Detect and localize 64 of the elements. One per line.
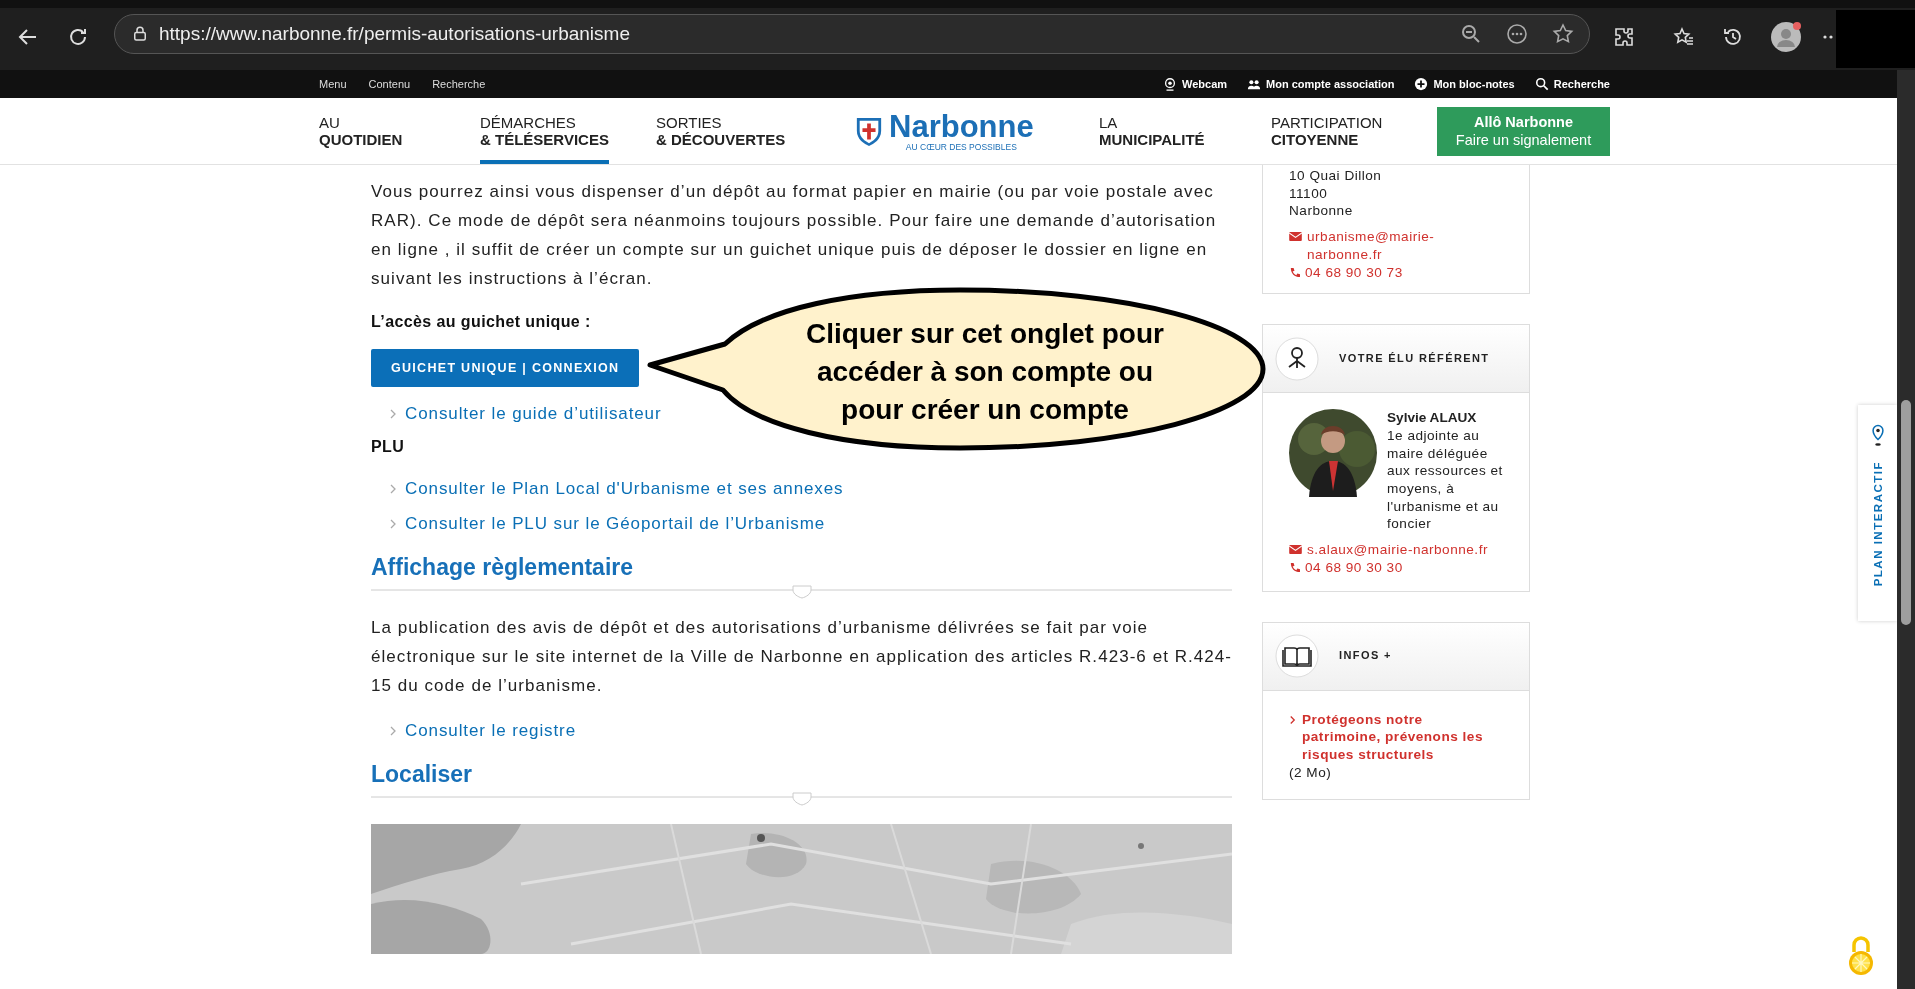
top-link[interactable]: Recherche <box>1553 78 1610 90</box>
email-link[interactable]: urbanisme@mairie-narbonne.fr <box>1307 228 1503 264</box>
skip-link[interactable]: Contenu <box>368 78 411 90</box>
nav-item[interactable]: DÉMARCHES & TÉLÉSERVICES <box>480 98 609 164</box>
top-link[interactable]: Webcam <box>1182 78 1228 90</box>
chevron-icon <box>389 407 397 420</box>
chevron-icon <box>389 724 397 737</box>
lock-icon[interactable] <box>131 25 149 43</box>
section-heading: Localiser <box>371 761 473 788</box>
phone-icon <box>1289 266 1300 278</box>
puzzle-icon[interactable] <box>1612 25 1636 49</box>
address-line: Narbonne <box>1289 202 1354 221</box>
phone-number[interactable]: 04 68 90 30 73 <box>1305 263 1403 282</box>
card-title: VOTRE ÉLU RÉFÉRENT <box>1339 350 1490 366</box>
side-tab[interactable]: PLAN INTERACTIF <box>1858 405 1897 621</box>
envelope-icon <box>1289 232 1302 242</box>
star-icon[interactable] <box>1551 22 1575 46</box>
person-role: 1e adjointe au maire déléguée aux ressources et moyens, à l'urbanisme et au foncier <box>1387 426 1503 534</box>
shield-icon <box>855 115 883 147</box>
top-link[interactable]: Mon bloc-notes <box>1433 78 1515 90</box>
file-size: (2 Mo) <box>1289 763 1333 782</box>
callout-text: Cliquer sur cet onglet pour accéder à son compte ou pour créer un compte <box>805 317 1165 427</box>
document-link[interactable]: Protégeons notre patrimoine, prévenons les risques structurels <box>1302 710 1503 764</box>
top-link[interactable]: Mon compte association <box>1266 78 1395 90</box>
chevron-icon <box>1289 713 1296 726</box>
webcam-icon <box>1163 77 1178 91</box>
plus-circle-icon <box>1414 77 1429 91</box>
search-icon <box>1534 77 1549 91</box>
person-name: Sylvie ALAUX <box>1387 409 1478 427</box>
skip-link[interactable]: Menu <box>319 78 347 90</box>
address-line: 10 Quai Dillon <box>1289 167 1383 185</box>
address-bar[interactable]: https://www.narbonne.fr/permis-autorisations-urbanisme <box>114 14 1590 54</box>
phone-number[interactable]: 04 68 90 30 30 <box>1305 558 1403 577</box>
nav-item[interactable]: PARTICIPATION CITOYENNE <box>1271 98 1383 164</box>
envelope-icon <box>1289 545 1302 555</box>
link[interactable]: Consulter le guide d’utilisateur <box>405 403 662 424</box>
chevron-icon <box>389 482 397 495</box>
paragraph: Vous pourrez ainsi vous dispenser d’un dépôt au format papier en mairie (ou par voie postale avec RAR). Ce mode de dépôt sera néanmoins toujours possible. Pour faire une demande d’autorisation en ligne , il suffit de créer un compte sur un guichet unique puis de déposer le dossier en ligne en suivant les instructions à l’écran. <box>371 181 1218 290</box>
section-label: L’accès au guichet unique : <box>371 313 591 331</box>
card-title: INFOS + <box>1339 648 1392 664</box>
book-icon <box>1275 634 1319 679</box>
profile-avatar[interactable] <box>1770 21 1802 53</box>
more-icon[interactable] <box>1505 22 1529 46</box>
phone-icon <box>1289 561 1300 573</box>
paragraph: La publication des avis de dépôt et des autorisations d’urbanisme délivrées se fait par voie électronique sur le site internet de la Ville de Narbonne en application des articles R.423-6 et R.424-15 du code de l’urbanisme. <box>371 617 1232 697</box>
section-label: PLU <box>371 438 405 456</box>
email-link[interactable]: s.alaux@mairie-narbonne.fr <box>1307 541 1488 559</box>
skip-link[interactable]: Recherche <box>432 78 486 90</box>
link[interactable]: Consulter le registre <box>405 720 577 741</box>
scrollbar[interactable] <box>1897 70 1915 989</box>
people-icon <box>1247 77 1262 91</box>
report-button[interactable]: Allô Narbonne Faire un signalement <box>1437 106 1610 156</box>
address-line: 11100 <box>1289 184 1329 203</box>
link[interactable]: Consulter le PLU sur le Géoportail de l’Urbanisme <box>405 513 826 534</box>
nav-item[interactable]: SORTIES & DÉCOUVERTES <box>656 98 786 164</box>
nav-item[interactable]: LA MUNICIPALITÉ <box>1099 98 1205 164</box>
link[interactable]: Consulter le Plan Local d'Urbanisme et ses annexes <box>405 478 844 499</box>
section-heading: Affichage règlementaire <box>371 554 635 581</box>
tagline: AU CŒUR DES POSSIBLES <box>904 141 1018 152</box>
site-logo-text[interactable]: Narbonne <box>889 110 1034 142</box>
chevron-icon <box>389 517 397 530</box>
nav-item[interactable]: AU QUOTIDIEN <box>319 98 403 164</box>
map-pin-icon <box>1870 423 1885 449</box>
portal-button[interactable]: GUICHET UNIQUE | CONNEXION <box>371 349 640 387</box>
